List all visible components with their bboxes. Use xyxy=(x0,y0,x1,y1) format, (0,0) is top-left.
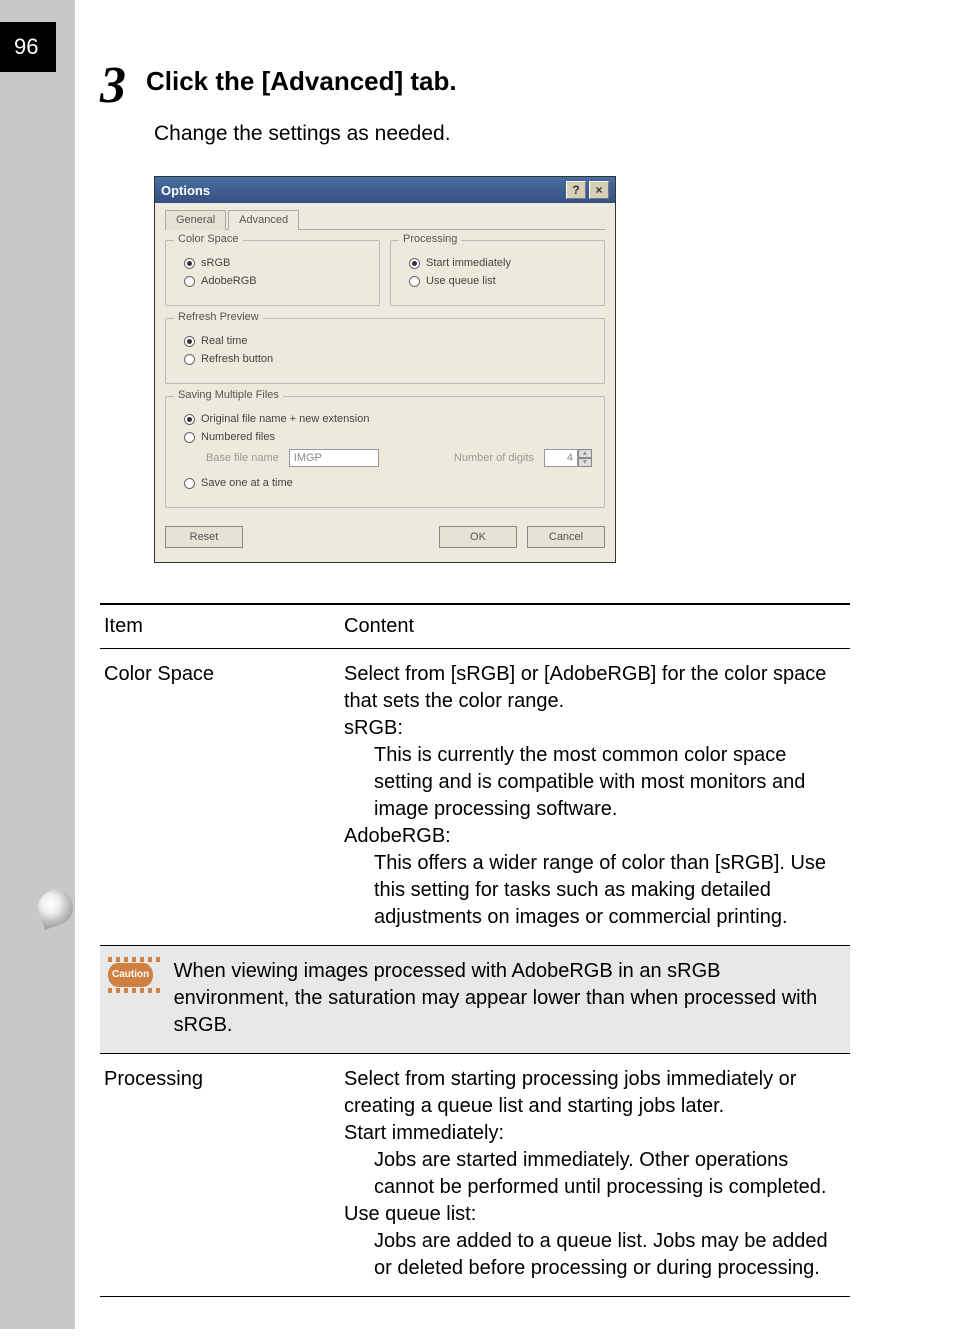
group-processing-legend: Processing xyxy=(399,233,461,245)
dialog-titlebar: Options ? × xyxy=(155,177,615,203)
radio-save-one-label: Save one at a time xyxy=(201,477,293,489)
radio-icon xyxy=(184,276,195,287)
spin-down-icon[interactable]: ▼ xyxy=(578,458,592,467)
radio-use-queue-label: Use queue list xyxy=(426,275,496,287)
radio-numbered-files[interactable]: Numbered files xyxy=(184,431,592,443)
start-immediately-heading: Start immediately: xyxy=(344,1120,846,1147)
radio-use-queue[interactable]: Use queue list xyxy=(409,275,592,287)
caution-row: Caution When viewing images processed wi… xyxy=(100,946,850,1054)
group-processing: Processing Start immediately Use queue l… xyxy=(390,240,605,306)
table-header-content: Content xyxy=(340,604,850,649)
step-title: Click the [Advanced] tab. xyxy=(146,66,457,97)
radio-numbered-files-label: Numbered files xyxy=(201,431,275,443)
group-refresh-preview: Refresh Preview Real time Refresh button xyxy=(165,318,605,384)
radio-original-name[interactable]: Original file name + new extension xyxy=(184,413,592,425)
caution-icon: Caution xyxy=(108,963,153,987)
color-space-intro: Select from [sRGB] or [AdobeRGB] for the… xyxy=(344,661,846,715)
content-color-space: Select from [sRGB] or [AdobeRGB] for the… xyxy=(340,649,850,946)
tab-general[interactable]: General xyxy=(165,210,226,230)
page-content: 3 Click the [Advanced] tab. Change the s… xyxy=(90,0,954,1337)
use-queue-heading: Use queue list: xyxy=(344,1201,846,1228)
thumb-index-tab-icon xyxy=(33,885,78,930)
radio-start-immediately-label: Start immediately xyxy=(426,257,511,269)
radio-save-one[interactable]: Save one at a time xyxy=(184,477,592,489)
group-color-space: Color Space sRGB AdobeRGB xyxy=(165,240,380,306)
table-row: Color Space Select from [sRGB] or [Adobe… xyxy=(100,649,850,946)
table-row: Processing Select from starting processi… xyxy=(100,1054,850,1297)
srgb-description: This is currently the most common color … xyxy=(374,742,846,823)
adobergb-heading: AdobeRGB: xyxy=(344,823,846,850)
start-immediately-description: Jobs are started immediately. Other oper… xyxy=(374,1147,846,1201)
use-queue-description: Jobs are added to a queue list. Jobs may… xyxy=(374,1228,846,1282)
group-saving-legend: Saving Multiple Files xyxy=(174,389,283,401)
radio-icon xyxy=(184,478,195,489)
radio-refresh-button[interactable]: Refresh button xyxy=(184,353,592,365)
reset-button[interactable]: Reset xyxy=(165,526,243,548)
radio-icon xyxy=(184,414,195,425)
close-button[interactable]: × xyxy=(589,181,609,199)
radio-icon xyxy=(184,336,195,347)
page-margin-strip: 96 xyxy=(0,0,75,1329)
radio-refresh-button-label: Refresh button xyxy=(201,353,273,365)
cancel-button[interactable]: Cancel xyxy=(527,526,605,548)
tab-advanced[interactable]: Advanced xyxy=(228,210,299,230)
radio-start-immediately[interactable]: Start immediately xyxy=(409,257,592,269)
radio-realtime[interactable]: Real time xyxy=(184,335,592,347)
radio-realtime-label: Real time xyxy=(201,335,247,347)
radio-adobergb-label: AdobeRGB xyxy=(201,275,257,287)
options-dialog: Options ? × General Advanced Color Space… xyxy=(154,176,616,563)
dialog-title: Options xyxy=(161,183,210,198)
radio-icon xyxy=(184,432,195,443)
group-color-space-legend: Color Space xyxy=(174,233,243,245)
base-file-name-input[interactable] xyxy=(289,449,379,467)
settings-table: Item Content Color Space Select from [sR… xyxy=(100,603,850,1297)
step-subtitle: Change the settings as needed. xyxy=(154,122,874,146)
table-header-item: Item xyxy=(100,604,340,649)
ok-button[interactable]: OK xyxy=(439,526,517,548)
radio-adobergb[interactable]: AdobeRGB xyxy=(184,275,367,287)
item-processing: Processing xyxy=(100,1054,340,1297)
base-file-name-label: Base file name xyxy=(206,452,279,464)
radio-icon xyxy=(409,276,420,287)
srgb-heading: sRGB: xyxy=(344,715,846,742)
step-number: 3 xyxy=(100,60,126,112)
radio-icon xyxy=(409,258,420,269)
radio-original-name-label: Original file name + new extension xyxy=(201,413,369,425)
group-refresh-legend: Refresh Preview xyxy=(174,311,263,323)
radio-icon xyxy=(184,354,195,365)
radio-icon xyxy=(184,258,195,269)
help-button[interactable]: ? xyxy=(566,181,586,199)
radio-srgb[interactable]: sRGB xyxy=(184,257,367,269)
page-number: 96 xyxy=(0,22,56,72)
processing-intro: Select from starting processing jobs imm… xyxy=(344,1066,846,1120)
caution-text: When viewing images processed with Adobe… xyxy=(174,958,842,1039)
group-saving-multiple: Saving Multiple Files Original file name… xyxy=(165,396,605,508)
item-color-space: Color Space xyxy=(100,649,340,946)
number-of-digits-input[interactable] xyxy=(544,449,578,467)
adobergb-description: This offers a wider range of color than … xyxy=(374,850,846,931)
content-processing: Select from starting processing jobs imm… xyxy=(340,1054,850,1297)
spin-up-icon[interactable]: ▲ xyxy=(578,449,592,458)
radio-srgb-label: sRGB xyxy=(201,257,230,269)
number-of-digits-label: Number of digits xyxy=(454,452,534,464)
